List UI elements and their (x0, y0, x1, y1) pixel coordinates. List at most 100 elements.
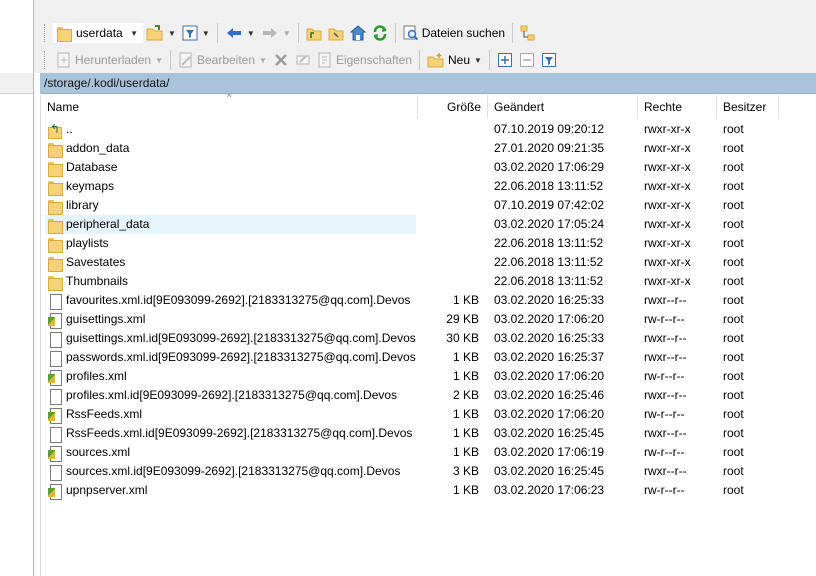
file-permissions: rwxr--r-- (644, 426, 687, 440)
file-name-cell[interactable]: Savestates (45, 253, 416, 272)
chevron-down-icon[interactable]: ▼ (155, 56, 163, 65)
refresh-button[interactable] (369, 22, 391, 44)
find-files-button[interactable]: Dateien suchen (400, 22, 508, 44)
table-row[interactable]: sources.xml 1 KB 03.02.2020 17:06:19 rw-r--… (41, 443, 779, 462)
file-name-cell[interactable]: RssFeeds.xml.id[9E093099-2692].[21833132… (45, 424, 416, 443)
root-directory-button[interactable] (325, 22, 347, 44)
filter-icon (182, 25, 198, 41)
file-icon (47, 350, 63, 367)
file-owner: root (723, 179, 744, 193)
table-row[interactable]: profiles.xml 1 KB 03.02.2020 17:06:20 rw-r-… (41, 367, 779, 386)
file-name-cell[interactable]: .. (45, 120, 416, 139)
table-row[interactable]: Savestates 22.06.2018 13:11:52 rwxr-xr-x ro… (41, 253, 779, 272)
file-name-cell[interactable]: RssFeeds.xml (45, 405, 416, 424)
table-row[interactable]: sources.xml.id[9E093099-2692].[218331327… (41, 462, 779, 481)
file-size: 1 KB (452, 426, 479, 440)
table-row[interactable]: library 07.10.2019 07:42:02 rwxr-xr-x root (41, 196, 779, 215)
table-row[interactable]: Thumbnails 22.06.2018 13:11:52 rwxr-xr-x ro… (41, 272, 779, 291)
file-permissions: rwxr-xr-x (644, 217, 691, 231)
forward-button[interactable]: ▼ (258, 22, 294, 44)
rename-button[interactable] (292, 49, 314, 71)
column-header-name[interactable]: Name ^ (41, 92, 418, 119)
properties-button[interactable]: Eigenschaften (314, 49, 415, 71)
file-name-cell[interactable]: playlists (45, 234, 416, 253)
table-row[interactable]: addon_data 27.01.2020 09:21:35 rwxr-xr-x ro… (41, 139, 779, 158)
table-row[interactable]: passwords.xml.id[9E093099-2692].[2183313… (41, 348, 779, 367)
table-row[interactable]: guisettings.xml 29 KB 03.02.2020 17:06:20 r… (41, 310, 779, 329)
file-size: 29 KB (446, 312, 479, 326)
file-name-cell[interactable]: peripheral_data (45, 215, 416, 234)
table-row[interactable]: keymaps 22.06.2018 13:11:52 rwxr-xr-x root (41, 177, 779, 196)
select-all-button[interactable] (494, 49, 516, 71)
filter-button[interactable]: ▼ (179, 22, 213, 44)
table-row[interactable]: .. 07.10.2019 09:20:12 rwxr-xr-x root (41, 120, 779, 139)
toolbar-separator (419, 50, 421, 70)
table-row[interactable]: favourites.xml.id[9E093099-2692].[218331… (41, 291, 779, 310)
file-name-cell[interactable]: upnpserver.xml (45, 481, 416, 500)
file-owner: root (723, 445, 744, 459)
file-name-cell[interactable]: keymaps (45, 177, 416, 196)
parent-directory-icon (47, 120, 63, 139)
file-size: 1 KB (452, 407, 479, 421)
file-owner: root (723, 141, 744, 155)
file-permissions: rwxr-xr-x (644, 179, 691, 193)
table-row[interactable]: peripheral_data 03.02.2020 17:05:24 rwxr-x… (41, 215, 779, 234)
table-row[interactable]: guisettings.xml.id[9E093099-2692].[21833… (41, 329, 779, 348)
file-name-cell[interactable]: sources.xml.id[9E093099-2692].[218331327… (45, 462, 416, 481)
download-button[interactable]: Herunterladen ▼ (53, 49, 166, 71)
open-folder-button[interactable]: ▼ (143, 22, 179, 44)
chevron-down-icon[interactable]: ▼ (259, 56, 267, 65)
toolbar-grip[interactable] (44, 51, 47, 69)
tree-view-button[interactable] (517, 22, 539, 44)
directory-combo[interactable]: userdata ▼ (53, 23, 143, 43)
new-label: Neu (448, 53, 471, 67)
file-owner: root (723, 293, 744, 307)
delete-button[interactable] (270, 49, 292, 71)
file-name: guisettings.xml (66, 312, 146, 326)
parent-directory-button[interactable] (303, 22, 325, 44)
new-button[interactable]: Neu ▼ (424, 49, 485, 71)
column-header-size[interactable]: Größe (418, 95, 488, 119)
file-name-cell[interactable]: sources.xml (45, 443, 416, 462)
file-name-cell[interactable]: profiles.xml.id[9E093099-2692].[21833132… (45, 386, 416, 405)
file-name-cell[interactable]: addon_data (45, 139, 416, 158)
file-name-cell[interactable]: passwords.xml.id[9E093099-2692].[2183313… (45, 348, 416, 367)
home-button[interactable] (347, 22, 369, 44)
file-name-cell[interactable]: Thumbnails (45, 272, 416, 291)
chevron-down-icon[interactable]: ▼ (283, 29, 291, 38)
table-row[interactable]: playlists 22.06.2018 13:11:52 rwxr-xr-x roo… (41, 234, 779, 253)
table-row[interactable]: profiles.xml.id[9E093099-2692].[21833132… (41, 386, 779, 405)
file-permissions: rwxr--r-- (644, 331, 687, 345)
file-name-cell[interactable]: profiles.xml (45, 367, 416, 386)
table-row[interactable]: Database 03.02.2020 17:06:29 rwxr-xr-x root (41, 158, 779, 177)
filter-select-button[interactable] (538, 49, 560, 71)
file-name-cell[interactable]: guisettings.xml.id[9E093099-2692].[21833… (45, 329, 416, 348)
table-row[interactable]: upnpserver.xml 1 KB 03.02.2020 17:06:23 rw-… (41, 481, 779, 500)
chevron-down-icon[interactable]: ▼ (247, 29, 255, 38)
chevron-down-icon[interactable]: ▼ (474, 56, 482, 65)
chevron-down-icon[interactable]: ▼ (168, 29, 176, 38)
edit-button[interactable]: Bearbeiten ▼ (175, 49, 270, 71)
file-name-cell[interactable]: library (45, 196, 416, 215)
find-icon (403, 25, 418, 41)
file-name-cell[interactable]: guisettings.xml (45, 310, 416, 329)
file-permissions: rw-r--r-- (644, 407, 685, 421)
column-header-modified[interactable]: Geändert (488, 95, 638, 119)
xml-file-icon (47, 312, 63, 329)
file-name-cell[interactable]: favourites.xml.id[9E093099-2692].[218331… (45, 291, 416, 310)
delete-icon (275, 54, 287, 66)
file-owner: root (723, 350, 744, 364)
toolbar-grip[interactable] (44, 24, 47, 42)
back-button[interactable]: ▼ (222, 22, 258, 44)
column-header-owner[interactable]: Besitzer (717, 95, 779, 119)
folder-icon (47, 141, 63, 158)
file-name-cell[interactable]: Database (45, 158, 416, 177)
unselect-all-button[interactable] (516, 49, 538, 71)
file-list[interactable]: Name ^ Größe Geändert Rechte Besitzer ..… (40, 92, 816, 576)
table-row[interactable]: RssFeeds.xml.id[9E093099-2692].[21833132… (41, 424, 779, 443)
chevron-down-icon[interactable]: ▼ (202, 29, 210, 38)
file-name: Database (66, 160, 118, 174)
column-header-permissions[interactable]: Rechte (638, 95, 717, 119)
path-bar[interactable]: /storage/.kodi/userdata/ (40, 73, 816, 94)
table-row[interactable]: RssFeeds.xml 1 KB 03.02.2020 17:06:20 rw-r-… (41, 405, 779, 424)
